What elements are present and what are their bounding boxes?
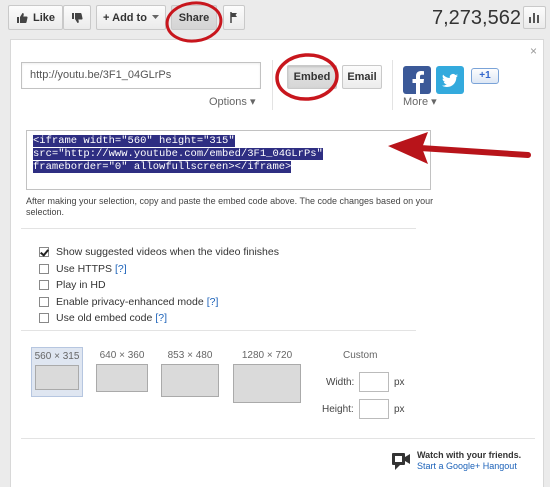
divider	[392, 60, 393, 110]
share-label: Share	[178, 11, 210, 24]
plus-one-label: +1	[479, 70, 491, 81]
size-option-560[interactable]: 560 × 315	[31, 347, 83, 397]
thumbs-down-icon	[72, 12, 83, 23]
option-label: Show suggested videos when the video fin…	[56, 246, 279, 259]
twitter-icon[interactable]	[436, 66, 464, 94]
divider	[21, 438, 535, 439]
start-hangout-link[interactable]: Start a Google+ Hangout	[417, 461, 521, 472]
options-dropdown[interactable]: Options ▾	[209, 95, 256, 108]
flag-icon	[230, 12, 237, 23]
option-privacy-mode[interactable]: Enable privacy-enhanced mode [?]	[39, 294, 279, 311]
close-icon[interactable]: ×	[530, 44, 537, 58]
option-play-hd[interactable]: Play in HD	[39, 277, 279, 294]
custom-height-input[interactable]	[359, 399, 389, 419]
hangout-icon[interactable]	[391, 451, 411, 474]
hangout-title: Watch with your friends.	[417, 450, 522, 460]
google-plus-one-button[interactable]: +1	[471, 68, 499, 84]
dislike-button[interactable]	[63, 5, 91, 30]
share-url-input[interactable]: http://youtu.be/3F1_04GLrPs	[21, 62, 261, 89]
email-button[interactable]: Email	[342, 65, 382, 89]
checkbox[interactable]	[39, 280, 49, 291]
embed-button[interactable]: Embed	[287, 65, 337, 89]
add-to-button[interactable]: + Add to	[96, 5, 166, 30]
like-label: Like	[32, 11, 55, 24]
size-label: 853 × 480	[167, 350, 213, 361]
size-label: 560 × 315	[34, 351, 80, 362]
chevron-down-icon	[151, 15, 159, 19]
add-to-label: + Add to	[103, 11, 147, 24]
option-label: Use old embed code	[56, 312, 153, 325]
embed-code-textarea[interactable]: <iframe width="560" height="315" src="ht…	[26, 130, 431, 190]
option-old-embed-code[interactable]: Use old embed code [?]	[39, 310, 279, 327]
view-count: 7,273,562	[432, 7, 521, 29]
embed-code-line: frameborder="0" allowfullscreen></iframe…	[33, 161, 292, 173]
help-link[interactable]: [?]	[115, 263, 127, 275]
embed-help-text: After making your selection, copy and pa…	[26, 196, 434, 217]
size-thumbnail	[161, 364, 219, 397]
size-thumbnail	[233, 364, 301, 403]
px-unit-label: px	[394, 377, 405, 388]
hangout-promo: Watch with your friends. Start a Google+…	[417, 450, 521, 472]
option-use-https[interactable]: Use HTTPS [?]	[39, 261, 279, 278]
custom-size-title: Custom	[343, 350, 378, 361]
embed-code-line: <iframe width="560" height="315"	[33, 135, 235, 147]
embed-code-line: src="http://www.youtube.com/embed/3F1_04…	[33, 148, 323, 160]
custom-height-label: Height:	[322, 404, 354, 415]
stats-button[interactable]	[523, 6, 546, 29]
share-button[interactable]: Share	[171, 5, 217, 30]
embed-options-list: Show suggested videos when the video fin…	[39, 244, 279, 327]
size-option-853[interactable]: 853 × 480	[159, 350, 221, 397]
divider	[21, 330, 416, 331]
more-dropdown[interactable]: More ▾	[403, 95, 437, 108]
help-link[interactable]: [?]	[207, 296, 219, 308]
flag-button[interactable]	[223, 5, 245, 30]
checkbox[interactable]	[39, 263, 49, 274]
facebook-icon[interactable]	[403, 66, 431, 94]
size-thumbnail	[35, 365, 79, 390]
checkbox[interactable]	[39, 247, 49, 258]
custom-width-label: Width:	[326, 377, 355, 388]
option-label: Play in HD	[56, 279, 106, 292]
size-option-640[interactable]: 640 × 360	[93, 350, 151, 392]
like-button[interactable]: Like	[8, 5, 63, 30]
px-unit-label: px	[394, 404, 405, 415]
divider	[272, 60, 273, 110]
option-suggested-videos[interactable]: Show suggested videos when the video fin…	[39, 244, 279, 261]
checkbox[interactable]	[39, 313, 49, 324]
help-link[interactable]: [?]	[155, 312, 167, 324]
size-thumbnail	[96, 364, 148, 392]
thumbs-up-icon	[16, 12, 28, 23]
size-label: 1280 × 720	[241, 350, 293, 361]
option-label: Use HTTPS	[56, 262, 113, 275]
divider	[21, 228, 416, 229]
option-label: Enable privacy-enhanced mode	[56, 295, 204, 308]
size-label: 640 × 360	[99, 350, 145, 361]
bar-chart-icon	[529, 13, 539, 23]
size-option-1280[interactable]: 1280 × 720	[231, 350, 303, 403]
checkbox[interactable]	[39, 296, 49, 307]
custom-width-input[interactable]	[359, 372, 389, 392]
share-panel: × http://youtu.be/3F1_04GLrPs Options ▾ …	[10, 39, 544, 487]
